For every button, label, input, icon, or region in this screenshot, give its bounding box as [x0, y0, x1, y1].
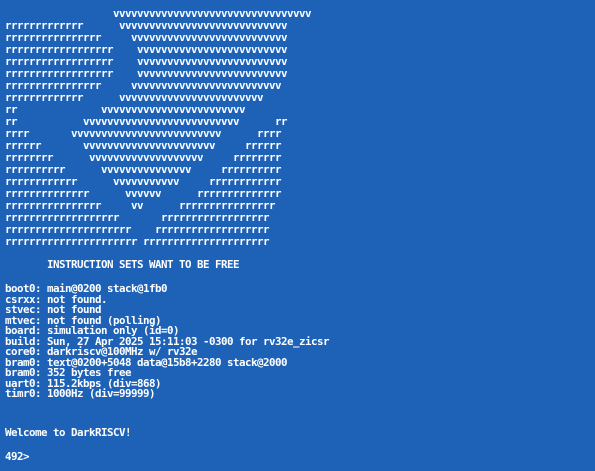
prompt-text: 492>: [5, 450, 30, 463]
command-prompt-line[interactable]: 492>: [5, 451, 35, 463]
ascii-art-banner: vvvvvvvvvvvvvvvvvvvvvvvvvvvvvvvvv rrrrrr…: [5, 7, 312, 248]
boot-log: boot0: main@0200 stack@1fb0 csrxx: not f…: [5, 282, 330, 400]
text-cursor: [29, 459, 35, 460]
banner-tagline: INSTRUCTION SETS WANT TO BE FREE: [47, 258, 240, 271]
welcome-message: Welcome to DarkRISCV!: [5, 426, 132, 439]
terminal-screen[interactable]: vvvvvvvvvvvvvvvvvvvvvvvvvvvvvvvvv rrrrrr…: [0, 0, 595, 471]
